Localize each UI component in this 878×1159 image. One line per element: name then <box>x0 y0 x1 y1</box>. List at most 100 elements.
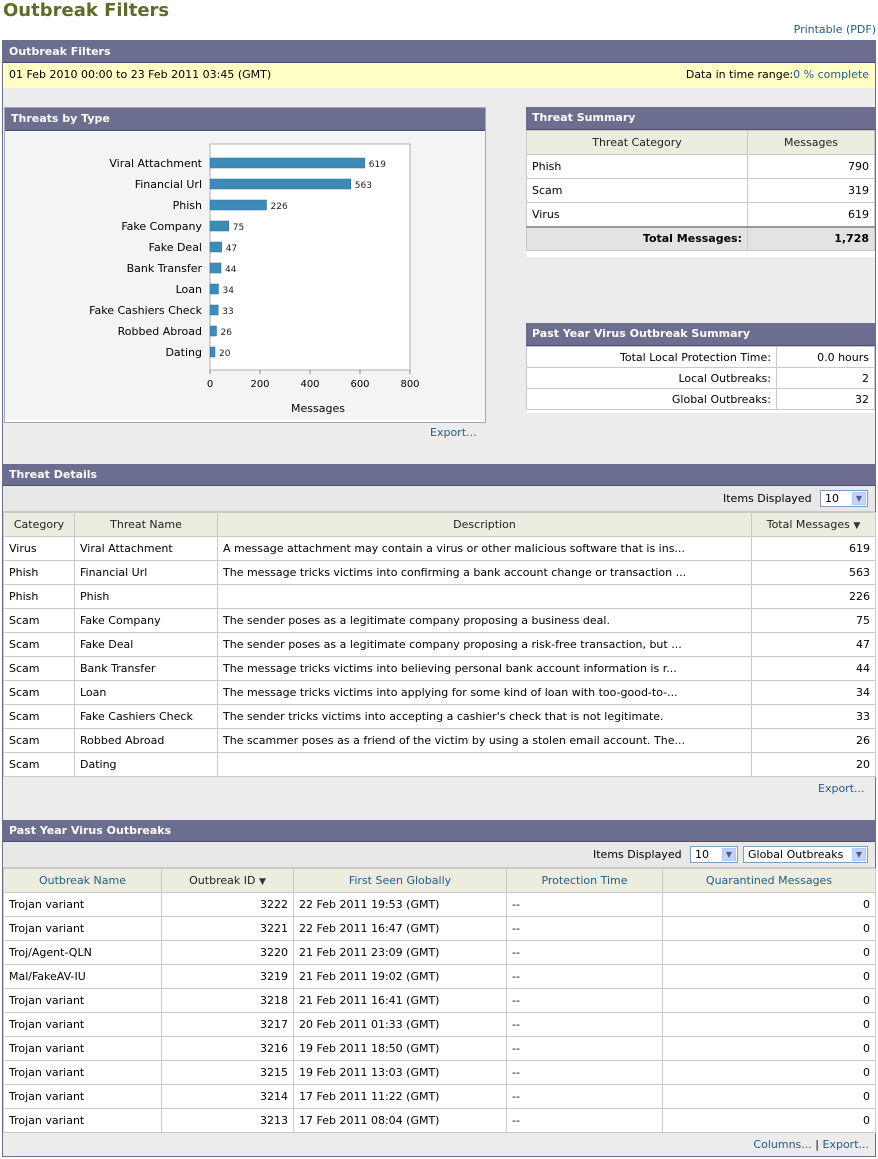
items-displayed-select[interactable]: 10 ▼ <box>690 846 738 863</box>
printable-pdf-link[interactable]: Printable (PDF) <box>794 23 876 36</box>
threats-export-link[interactable]: Export... <box>430 426 477 439</box>
summary-row: Scam 319 <box>526 178 875 203</box>
threat-details-table: Category Threat Name Description Total M… <box>3 512 876 777</box>
bar <box>209 346 216 358</box>
cell-description: A message attachment may contain a virus… <box>217 536 752 561</box>
columns-link[interactable]: Columns... <box>753 1138 811 1151</box>
cell-protection-time: -- <box>506 1036 663 1061</box>
cell-threat-name: Fake Deal <box>74 632 218 657</box>
cell-protection-time: -- <box>506 964 663 989</box>
cell-protection-time: -- <box>506 940 663 965</box>
col-total-messages-label: Total Messages <box>766 518 850 531</box>
cell-first-seen: 19 Feb 2011 13:03 (GMT) <box>293 1060 507 1085</box>
cell-first-seen: 17 Feb 2011 11:22 (GMT) <box>293 1084 507 1109</box>
bar-value-label: 34 <box>223 286 235 296</box>
cell-description: The message tricks victims into applying… <box>217 680 752 705</box>
outbreaks-export-link[interactable]: Export... <box>823 1138 870 1151</box>
cell-total-messages: 47 <box>751 632 876 657</box>
virus-summary-row: Total Local Protection Time: 0.0 hours <box>526 346 875 368</box>
outbreaks-footer-links: Columns... | Export... <box>753 1138 869 1151</box>
cell-protection-time: -- <box>506 1084 663 1109</box>
cell-description: The sender poses as a legitimate company… <box>217 632 752 657</box>
threat-details-export-link[interactable]: Export... <box>818 782 865 795</box>
virus-summary-label: Local Outbreaks: <box>526 367 777 389</box>
cell-total-messages: 26 <box>751 728 876 753</box>
cell-outbreak-id: 3217 <box>161 1012 294 1037</box>
col-outbreak-id[interactable]: Outbreak ID ▼ <box>161 868 294 893</box>
col-outbreak-id-label: Outbreak ID <box>189 874 256 887</box>
table-row: Scam Fake Cashiers Check The sender tricks… <box>3 704 876 729</box>
sort-desc-icon: ▼ <box>258 877 266 887</box>
category-label: Robbed Abroad <box>118 325 202 338</box>
col-first-seen[interactable]: First Seen Globally <box>293 868 507 893</box>
cell-protection-time: -- <box>506 916 663 941</box>
cell-first-seen: 21 Feb 2011 19:02 (GMT) <box>293 964 507 989</box>
cell-threat-name: Fake Cashiers Check <box>74 704 218 729</box>
table-row: Trojan variant 3214 17 Feb 2011 11:22 (GMT… <box>3 1084 876 1109</box>
col-category[interactable]: Category <box>3 512 75 537</box>
chevron-down-icon: ▼ <box>852 492 866 505</box>
virus-outbreak-summary-header: Past Year Virus Outbreak Summary <box>526 323 875 346</box>
page-title: Outbreak Filters <box>3 0 170 21</box>
threat-details-items-bar: Items Displayed 10 ▼ <box>3 486 875 512</box>
cell-quarantined: 0 <box>662 1084 876 1109</box>
virus-summary-value: 32 <box>776 388 875 410</box>
plot-area <box>209 143 411 371</box>
outbreak-scope-value: Global Outbreaks <box>748 848 844 861</box>
x-tick-label: 800 <box>400 379 419 390</box>
bar-value-label: 44 <box>225 265 237 275</box>
cell-quarantined: 0 <box>662 1108 876 1133</box>
cell-outbreak-id: 3218 <box>161 988 294 1013</box>
x-tick-label: 0 <box>207 379 213 390</box>
cell-quarantined: 0 <box>662 916 876 941</box>
cell-quarantined: 0 <box>662 1036 876 1061</box>
cell-outbreak-name: Trojan variant <box>3 1060 162 1085</box>
col-description[interactable]: Description <box>217 512 752 537</box>
cell-outbreak-id: 3219 <box>161 964 294 989</box>
cell-protection-time: -- <box>506 988 663 1013</box>
cell-outbreak-id: 3221 <box>161 916 294 941</box>
virus-summary-value: 0.0 hours <box>776 346 875 368</box>
virus-outbreaks-section: Past Year Virus Outbreaks Items Displaye… <box>3 820 876 1151</box>
summary-category: Virus <box>526 202 748 227</box>
threats-by-type-panel: Threats by Type Viral Attachment 619 Finan… <box>4 107 486 423</box>
separator: | <box>815 1138 819 1151</box>
bar-value-label: 226 <box>271 202 288 212</box>
cell-outbreak-name: Trojan variant <box>3 988 162 1013</box>
table-row: Mal/FakeAV-IU 3219 21 Feb 2011 19:02 (GMT)… <box>3 964 876 989</box>
col-total-messages[interactable]: Total Messages ▼ <box>751 512 876 537</box>
outbreak-scope-select[interactable]: Global Outbreaks ▼ <box>743 846 868 863</box>
cell-description: The scammer poses as a friend of the vic… <box>217 728 752 753</box>
summary-category: Phish <box>526 154 748 179</box>
cell-category: Scam <box>3 680 75 705</box>
col-threat-name[interactable]: Threat Name <box>74 512 218 537</box>
total-messages-value: 1,728 <box>747 225 875 251</box>
virus-outbreaks-header: Past Year Virus Outbreaks <box>3 820 875 842</box>
cell-protection-time: -- <box>506 1012 663 1037</box>
cell-total-messages: 44 <box>751 656 876 681</box>
table-row: Scam Dating 20 <box>3 752 876 777</box>
cell-total-messages: 75 <box>751 608 876 633</box>
cell-description: The sender poses as a legitimate company… <box>217 608 752 633</box>
col-quarantined[interactable]: Quarantined Messages <box>662 868 876 893</box>
items-displayed-select[interactable]: 10 ▼ <box>820 490 868 507</box>
bar-value-label: 75 <box>233 223 244 233</box>
table-row: Trojan variant 3215 19 Feb 2011 13:03 (GMT… <box>3 1060 876 1085</box>
threat-summary-panel: Threat Summary Threat Category Messages … <box>526 107 875 257</box>
x-axis-label: Messages <box>291 402 345 415</box>
table-row: Trojan variant 3218 21 Feb 2011 16:41 (GMT… <box>3 988 876 1013</box>
data-complete-link[interactable]: 0 % complete <box>793 68 869 81</box>
x-tick-label: 600 <box>350 379 369 390</box>
table-row: Troj/Agent-QLN 3220 21 Feb 2011 23:09 (GMT… <box>3 940 876 965</box>
virus-summary-row: Local Outbreaks: 2 <box>526 367 875 389</box>
col-protection-time[interactable]: Protection Time <box>506 868 663 893</box>
cell-category: Phish <box>3 584 75 609</box>
cell-threat-name: Robbed Abroad <box>74 728 218 753</box>
bar <box>209 262 222 274</box>
col-outbreak-name[interactable]: Outbreak Name <box>3 868 162 893</box>
cell-total-messages: 34 <box>751 680 876 705</box>
bar-value-label: 20 <box>219 349 231 359</box>
summary-messages: 619 <box>747 202 875 227</box>
cell-quarantined: 0 <box>662 1012 876 1037</box>
category-label: Phish <box>173 199 202 212</box>
